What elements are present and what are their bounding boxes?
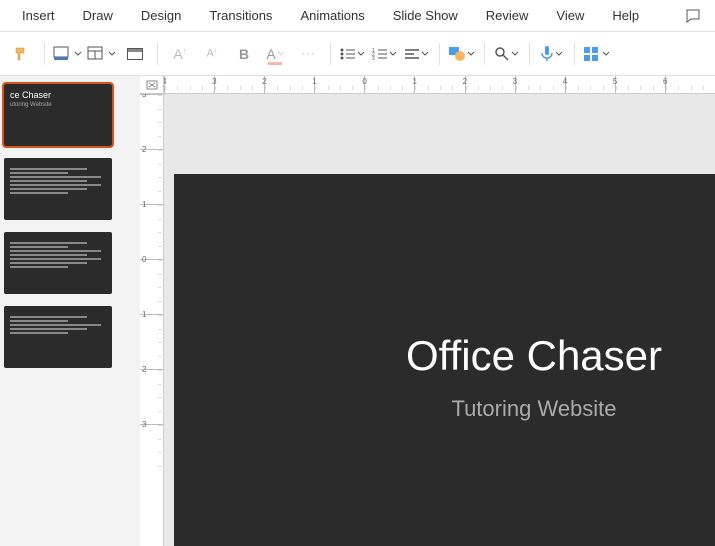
thumbnail-slide-4[interactable] [4,306,112,368]
thumb-subtitle: utoring Website [10,102,106,108]
new-slide-button[interactable] [53,40,83,68]
thumb-title: ce Chaser [10,90,106,100]
horizontal-ruler[interactable]: 43210123456 [164,76,715,94]
align-button[interactable] [403,40,431,68]
decrease-font-button: A↓ [198,40,226,68]
slide-editor: 43210123456 3210123 Office Chaser Tutori… [140,76,715,546]
dictate-button[interactable] [538,40,566,68]
designer-button[interactable] [583,40,611,68]
font-color-button: A [262,40,290,68]
menu-slideshow[interactable]: Slide Show [379,2,472,29]
find-button[interactable] [493,40,521,68]
menu-animations[interactable]: Animations [286,2,378,29]
menu-draw[interactable]: Draw [69,2,127,29]
menu-review[interactable]: Review [472,2,543,29]
slide-thumbnails-panel: ce Chaser utoring Website [0,76,140,546]
menu-help[interactable]: Help [598,2,653,29]
comments-icon[interactable] [679,2,707,30]
thumbnail-slide-1[interactable]: ce Chaser utoring Website [4,84,112,146]
layout-button[interactable] [87,40,117,68]
ruler-corner[interactable] [140,76,164,94]
section-button[interactable] [121,40,149,68]
slide-canvas-area[interactable]: Office Chaser Tutoring Website [164,94,715,546]
toolbar: A↑ A↓ B A ⋯ 123 [0,32,715,76]
menu-insert[interactable]: Insert [8,2,69,29]
menu-view[interactable]: View [542,2,598,29]
menu-design[interactable]: Design [127,2,195,29]
menu-bar: Insert Draw Design Transitions Animation… [0,0,715,32]
numbering-button[interactable]: 123 [371,40,399,68]
more-font-button: ⋯ [294,40,322,68]
format-painter-button[interactable] [8,40,36,68]
thumbnail-slide-2[interactable] [4,158,112,220]
slide-title[interactable]: Office Chaser [406,332,662,380]
vertical-ruler[interactable]: 3210123 [140,94,164,546]
increase-font-button: A↑ [166,40,194,68]
bold-button: B [230,40,258,68]
shapes-button[interactable] [448,40,476,68]
workspace: ce Chaser utoring Website [0,76,715,546]
thumbnail-slide-3[interactable] [4,232,112,294]
bullets-button[interactable] [339,40,367,68]
slide-main[interactable]: Office Chaser Tutoring Website [174,174,715,546]
menu-transitions[interactable]: Transitions [195,2,286,29]
svg-text:3: 3 [372,56,375,61]
slide-subtitle[interactable]: Tutoring Website [451,396,616,422]
